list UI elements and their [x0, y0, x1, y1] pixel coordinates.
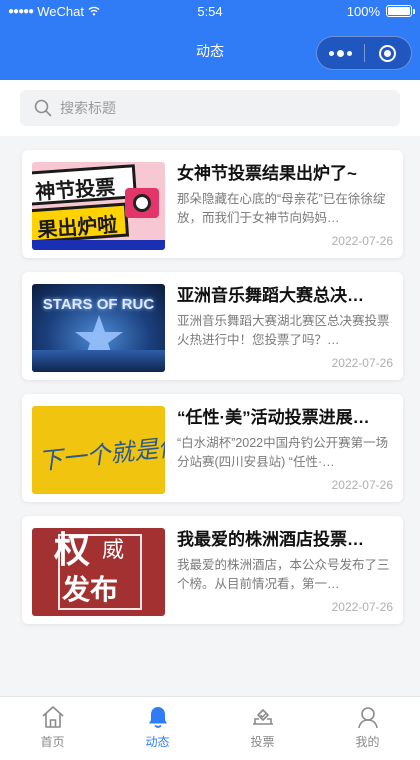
article-title: 我最爱的株洲酒店投票… — [177, 530, 364, 549]
article-thumbnail: 神节投票 果出炉啦 — [32, 162, 165, 250]
tab-activity[interactable]: 动态 — [105, 697, 210, 760]
thumb-text: 下一个就是你 — [37, 432, 165, 476]
search-icon — [34, 99, 52, 117]
article-title: “任性·美”活动投票进展… — [177, 408, 370, 427]
article-card[interactable]: 神节投票 果出炉啦 女神节投票结果出炉了~ 那朵隐藏在心底的“母亲花”已在徐徐绽… — [22, 150, 403, 258]
thumb-text: 果出炉啦 — [36, 214, 119, 242]
article-date: 2022-07-26 — [331, 356, 393, 370]
thumb-strip — [32, 240, 165, 250]
tab-label: 我的 — [355, 735, 380, 749]
tab-bar: 首页 动态 投票 我的 — [0, 696, 420, 760]
signal-icon: ●●●●● — [8, 5, 34, 17]
article-desc: 那朵隐藏在心底的“母亲花”已在徐徐绽放，而我们于女神节向妈妈… — [177, 192, 386, 225]
thumb-floor — [32, 350, 165, 372]
more-dot-icon — [336, 49, 344, 57]
tab-label: 投票 — [250, 735, 275, 749]
article-list: 神节投票 果出炉啦 女神节投票结果出炉了~ 那朵隐藏在心底的“母亲花”已在徐徐绽… — [22, 150, 403, 638]
wifi-icon — [88, 6, 100, 16]
article-title: 女神节投票结果出炉了~ — [177, 164, 357, 183]
article-card[interactable]: 权 威 发布 我最爱的株洲酒店投票… 我最爱的株洲酒店，本公众号发布了三个榜。从… — [22, 516, 403, 624]
article-thumbnail: 权 威 发布 — [32, 528, 165, 616]
tab-label: 动态 — [145, 735, 170, 749]
user-icon — [357, 707, 378, 729]
article-card[interactable]: 下一个就是你 “任性·美”活动投票进展… “白水湖杯”2022中国舟钓公开赛第一… — [22, 394, 403, 502]
tab-label: 首页 — [40, 735, 65, 749]
search-box[interactable] — [20, 90, 400, 126]
article-desc: 亚洲音乐舞蹈大赛湖北赛区总决赛投票火热进行中！您投票了吗？… — [177, 314, 390, 347]
thumb-banner: 神节投票 — [32, 164, 138, 206]
thumb-banner: 果出炉啦 — [32, 202, 130, 244]
target-icon — [379, 44, 397, 62]
more-dot-icon — [328, 50, 334, 56]
vote-icon — [252, 709, 273, 725]
article-info: 女神节投票结果出炉了~ 那朵隐藏在心底的“母亲花”已在徐徐绽放，而我们于女神节向… — [177, 162, 393, 248]
search-input[interactable] — [60, 100, 386, 116]
battery-percent: 100% — [346, 3, 380, 19]
thumb-text: 威 — [102, 538, 125, 563]
battery-icon — [386, 5, 415, 17]
battery-fill — [388, 7, 410, 15]
article-title: 亚洲音乐舞蹈大赛总决… — [177, 286, 364, 305]
tab-home[interactable]: 首页 — [0, 697, 105, 760]
thumb-text: STARS OF RUC — [42, 296, 155, 313]
article-info: 亚洲音乐舞蹈大赛总决… 亚洲音乐舞蹈大赛湖北赛区总决赛投票火热进行中！您投票了吗… — [177, 284, 393, 370]
article-info: “任性·美”活动投票进展… “白水湖杯”2022中国舟钓公开赛第一场分站赛(四川… — [177, 406, 393, 492]
thumb-text: 权 — [54, 529, 91, 571]
page-title: 动态 — [196, 43, 224, 59]
carrier-label: WeChat — [37, 3, 84, 19]
more-button[interactable] — [317, 37, 364, 69]
close-miniprogram-button[interactable] — [365, 37, 412, 69]
article-thumbnail: 下一个就是你 — [32, 406, 165, 494]
search-bar — [0, 80, 420, 136]
article-desc: 我最爱的株洲酒店，本公众号发布了三个榜。从目前情况看，第一… — [177, 558, 390, 591]
status-left: ●●●●● WeChat — [8, 4, 100, 19]
nav-bar: 动态 — [0, 22, 420, 80]
article-card[interactable]: STARS OF RUC 亚洲音乐舞蹈大赛总决… 亚洲音乐舞蹈大赛湖北赛区总决赛… — [22, 272, 403, 380]
camera-icon — [125, 188, 159, 218]
tab-mine[interactable]: 我的 — [315, 697, 420, 760]
article-date: 2022-07-26 — [331, 478, 393, 492]
thumb-text: 神节投票 — [34, 176, 117, 205]
article-date: 2022-07-26 — [331, 600, 393, 614]
thumb-text: 发布 — [62, 573, 119, 606]
article-desc: “白水湖杯”2022中国舟钓公开赛第一场分站赛(四川安县站) “任性·… — [177, 436, 389, 469]
article-date: 2022-07-26 — [331, 234, 393, 248]
article-info: 我最爱的株洲酒店投票… 我最爱的株洲酒店，本公众号发布了三个榜。从目前情况看，第… — [177, 528, 393, 614]
more-dot-icon — [346, 50, 352, 56]
tab-vote[interactable]: 投票 — [210, 697, 315, 760]
status-bar: ●●●●● WeChat 5:54 100% — [0, 0, 420, 22]
status-right: 100% — [346, 3, 415, 19]
home-icon — [41, 706, 64, 728]
article-thumbnail: STARS OF RUC — [32, 284, 165, 372]
bell-icon — [148, 707, 167, 728]
miniprogram-capsule — [316, 36, 412, 70]
